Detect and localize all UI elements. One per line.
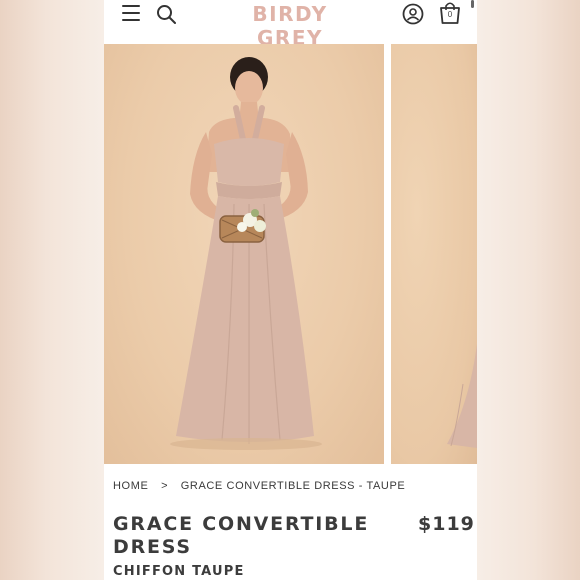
brand-logo[interactable]: BIRDY GREY — [220, 2, 360, 50]
product-title: GRACE CONVERTIBLE DRESS — [113, 513, 370, 558]
product-image-next[interactable] — [391, 44, 477, 464]
product-image-main[interactable] — [104, 44, 384, 464]
product-image-gallery[interactable] — [104, 44, 477, 464]
account-icon[interactable] — [402, 3, 424, 25]
breadcrumb-home[interactable]: HOME — [113, 480, 148, 492]
site-header: BIRDY GREY 0 — [104, 0, 477, 50]
model-photo — [170, 57, 322, 450]
hamburger-menu-icon[interactable] — [122, 5, 140, 21]
product-price: $119 — [418, 513, 475, 535]
breadcrumb-current: GRACE CONVERTIBLE DRESS - TAUPE — [180, 480, 406, 492]
phone-screen: BIRDY GREY 0 HOME > GRACE CONVERTIBLE DR… — [104, 0, 477, 580]
search-icon[interactable] — [156, 4, 176, 24]
model-photo-partial — [447, 344, 477, 448]
breadcrumb-separator: > — [161, 480, 169, 492]
breadcrumb: HOME > GRACE CONVERTIBLE DRESS - TAUPE — [113, 480, 405, 492]
scroll-indicator — [471, 0, 474, 8]
cart-count-badge: 0 — [447, 10, 453, 19]
product-color: CHIFFON TAUPE — [113, 564, 245, 579]
